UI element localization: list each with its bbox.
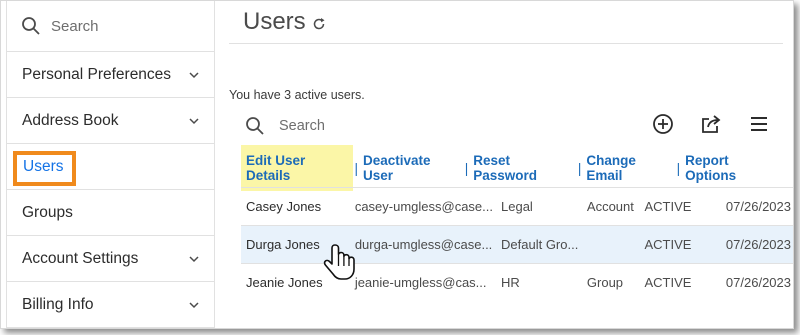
- table-toolbar: Search: [229, 109, 783, 143]
- user-email: durga-umgless@case...: [354, 237, 493, 252]
- sidebar-item-label: Account Settings: [22, 249, 139, 267]
- menu-icon: [751, 117, 767, 131]
- user-email: casey-umgless@case...: [354, 199, 494, 214]
- change-email-link[interactable]: Change Email: [582, 153, 675, 183]
- sidebar-search[interactable]: Search: [7, 1, 214, 52]
- app-window: Search Personal Preferences Address Book…: [0, 0, 794, 329]
- sidebar-item-label: Address Book: [22, 111, 119, 129]
- page-title: Users: [243, 8, 306, 35]
- user-actions-bar: Edit User Details | Deactivate User | Re…: [241, 145, 783, 191]
- hand-cursor-icon: [323, 244, 355, 280]
- user-group: Default Gro...: [501, 237, 579, 252]
- user-group: HR: [501, 275, 520, 291]
- chevron-down-icon: [189, 71, 199, 78]
- sidebar-item-label: Users: [23, 157, 64, 175]
- report-options-link[interactable]: Report Options: [681, 153, 783, 183]
- sidebar-item-label: Personal Preferences: [22, 65, 172, 83]
- chevron-down-icon: [189, 117, 199, 124]
- table-row[interactable]: Casey Jones casey-umgless@case... Legal …: [241, 187, 793, 226]
- add-user-button[interactable]: [639, 113, 687, 139]
- user-type: Account: [586, 199, 634, 214]
- user-type: [583, 226, 641, 264]
- sidebar-item-label: Billing Info: [22, 295, 94, 313]
- sidebar: Search Personal Preferences Address Book…: [6, 1, 215, 328]
- sidebar-item-billing-info[interactable]: Billing Info: [7, 282, 214, 328]
- user-email: jeanie-umgless@cas...: [354, 275, 487, 291]
- sidebar-item-groups[interactable]: Groups: [7, 190, 214, 236]
- toolbar-icons: [639, 113, 783, 139]
- deactivate-user-link[interactable]: Deactivate User: [359, 153, 464, 183]
- more-menu-button[interactable]: [735, 113, 783, 139]
- user-date: 07/26/2023: [725, 199, 791, 214]
- chevron-down-icon: [189, 255, 199, 262]
- sidebar-item-label: Groups: [22, 203, 73, 221]
- user-name: Casey Jones: [246, 199, 322, 214]
- chevron-down-icon: [189, 301, 199, 308]
- sidebar-item-account-settings[interactable]: Account Settings: [7, 236, 214, 282]
- user-date: 07/26/2023: [725, 237, 791, 252]
- user-date: 07/26/2023: [725, 275, 791, 291]
- share-icon: [702, 115, 721, 133]
- search-icon: [246, 117, 264, 135]
- user-group: Legal: [501, 199, 533, 214]
- main-panel: Users You have 3 active users. Search Ed…: [229, 1, 793, 290]
- user-type: Group: [586, 275, 624, 291]
- sidebar-item-address-book[interactable]: Address Book: [7, 98, 214, 144]
- user-status: ACTIVE: [644, 199, 692, 214]
- active-users-count: You have 3 active users.: [229, 88, 365, 102]
- export-button[interactable]: [687, 113, 735, 139]
- user-status: ACTIVE: [644, 275, 692, 291]
- search-icon: [22, 17, 40, 35]
- reset-password-link[interactable]: Reset Password: [469, 153, 577, 183]
- sidebar-search-placeholder: Search: [51, 17, 99, 35]
- sidebar-item-personal-preferences[interactable]: Personal Preferences: [7, 52, 214, 98]
- user-search-input[interactable]: Search: [279, 118, 325, 134]
- edit-user-details-link[interactable]: Edit User Details: [241, 145, 354, 191]
- user-status: ACTIVE: [644, 237, 692, 252]
- add-circle-icon: [653, 114, 673, 134]
- sidebar-item-users[interactable]: Users: [7, 144, 214, 190]
- title-row: Users: [229, 1, 783, 44]
- refresh-icon[interactable]: [312, 17, 326, 31]
